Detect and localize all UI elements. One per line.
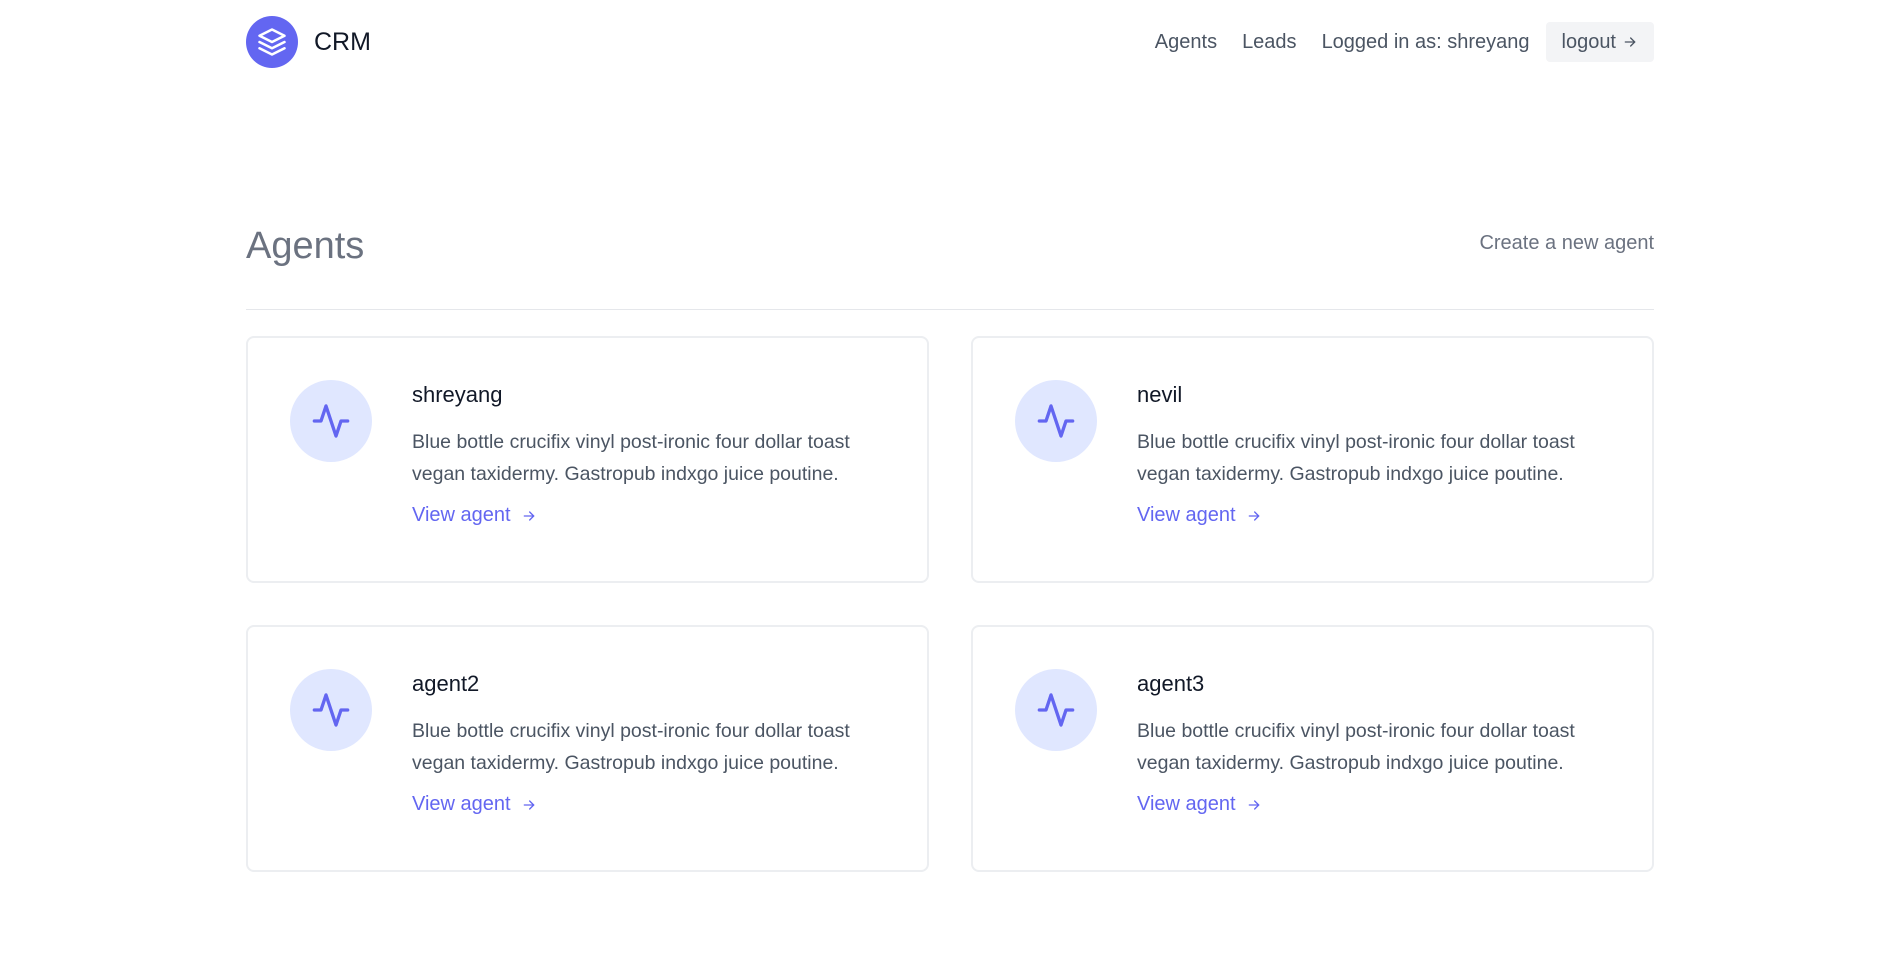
nav-agents-link[interactable]: Agents (1155, 31, 1217, 54)
view-agent-link[interactable]: View agent (1137, 504, 1612, 527)
brand-name: CRM (314, 27, 371, 56)
agent-card: agent2 Blue bottle crucifix vinyl post-i… (246, 625, 929, 872)
pulse-activity-icon (290, 669, 372, 751)
pulse-activity-icon (1015, 380, 1097, 462)
stack-layers-icon (246, 16, 298, 68)
page-header: Agents Create a new agent (246, 220, 1654, 310)
view-agent-link[interactable]: View agent (1137, 793, 1612, 816)
page-container: CRM Agents Leads Logged in as: shreyang … (246, 0, 1654, 872)
agent-card: nevil Blue bottle crucifix vinyl post-ir… (971, 336, 1654, 583)
top-navbar: CRM Agents Leads Logged in as: shreyang … (246, 0, 1654, 84)
view-agent-label: View agent (412, 504, 511, 526)
main-nav: Agents Leads Logged in as: shreyang logo… (1130, 22, 1654, 62)
arrow-right-icon (1624, 37, 1636, 47)
agent-description: Blue bottle crucifix vinyl post-ironic f… (1137, 431, 1575, 485)
agent-name: agent3 (1137, 671, 1205, 696)
agent-name: agent2 (412, 671, 480, 696)
page-title: Agents (246, 225, 365, 267)
agent-name: nevil (1137, 382, 1183, 407)
logout-button[interactable]: logout (1545, 22, 1654, 62)
agent-description: Blue bottle crucifix vinyl post-ironic f… (1137, 720, 1575, 774)
brand[interactable]: CRM (246, 16, 371, 68)
agent-description: Blue bottle crucifix vinyl post-ironic f… (412, 431, 850, 485)
view-agent-link[interactable]: View agent (412, 793, 887, 816)
arrow-right-icon (1248, 799, 1259, 810)
agent-card: agent3 Blue bottle crucifix vinyl post-i… (971, 625, 1654, 872)
agent-name: shreyang (412, 382, 503, 407)
logout-label: logout (1561, 30, 1617, 53)
arrow-right-icon (1248, 510, 1259, 521)
view-agent-label: View agent (1137, 504, 1236, 526)
arrow-right-icon (523, 799, 534, 810)
logged-in-text: Logged in as: shreyang (1321, 30, 1530, 53)
agent-description: Blue bottle crucifix vinyl post-ironic f… (412, 720, 850, 774)
nav-leads-link[interactable]: Leads (1242, 31, 1297, 54)
view-agent-link[interactable]: View agent (412, 504, 887, 527)
view-agent-label: View agent (412, 793, 511, 815)
create-agent-link[interactable]: Create a new agent (1479, 232, 1654, 255)
view-agent-label: View agent (1137, 793, 1236, 815)
agents-grid: shreyang Blue bottle crucifix vinyl post… (246, 336, 1654, 872)
arrow-right-icon (523, 510, 534, 521)
pulse-activity-icon (290, 380, 372, 462)
agent-card: shreyang Blue bottle crucifix vinyl post… (246, 336, 929, 583)
pulse-activity-icon (1015, 669, 1097, 751)
